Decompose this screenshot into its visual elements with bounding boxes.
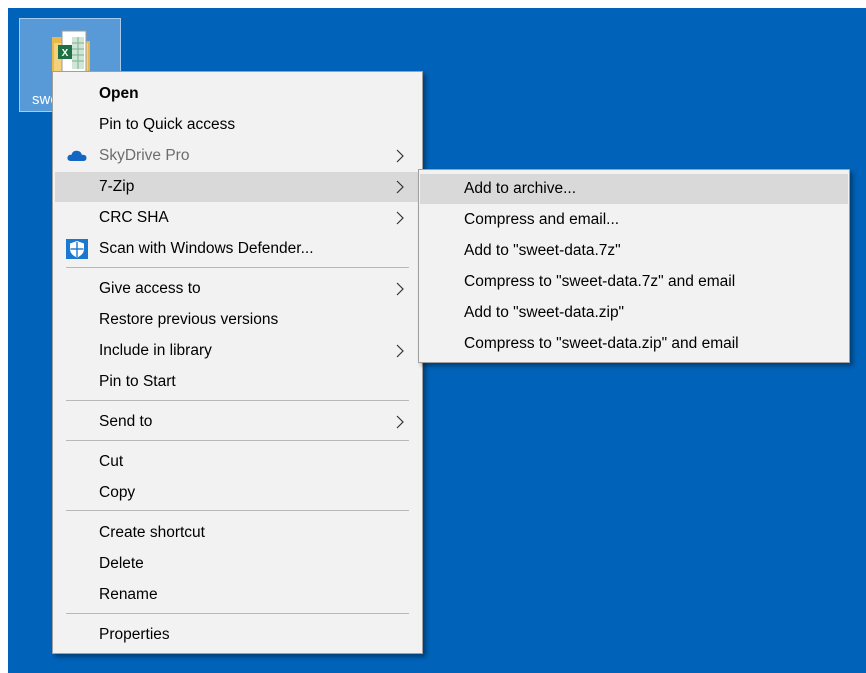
submenu-item-label: Compress to "sweet-data.zip" and email <box>464 335 739 352</box>
menu-item-label: Create shortcut <box>99 524 205 541</box>
menu-item-copy[interactable]: Copy <box>55 478 420 508</box>
context-menu: Open Pin to Quick access SkyDrive Pro 7-… <box>52 71 423 654</box>
submenu-item-add-to-7z[interactable]: Add to "sweet-data.7z" <box>420 236 848 266</box>
menu-item-label: SkyDrive Pro <box>99 147 190 164</box>
chevron-right-icon <box>396 344 404 358</box>
menu-item-give-access[interactable]: Give access to <box>55 274 420 304</box>
menu-item-label: Cut <box>99 453 124 470</box>
menu-item-label: Give access to <box>99 280 201 297</box>
menu-item-properties[interactable]: Properties <box>55 620 420 650</box>
menu-item-restore-versions[interactable]: Restore previous versions <box>55 305 420 335</box>
menu-item-delete[interactable]: Delete <box>55 549 420 579</box>
chevron-right-icon <box>396 282 404 296</box>
submenu-item-compress-email[interactable]: Compress and email... <box>420 205 848 235</box>
submenu-item-label: Add to "sweet-data.7z" <box>464 242 621 259</box>
menu-separator <box>66 267 409 268</box>
menu-item-7zip[interactable]: 7-Zip <box>55 172 420 202</box>
menu-item-label: Include in library <box>99 342 212 359</box>
menu-item-label: CRC SHA <box>99 209 169 226</box>
menu-separator <box>66 400 409 401</box>
menu-item-label: Pin to Start <box>99 373 176 390</box>
submenu-item-compress-7z-email[interactable]: Compress to "sweet-data.7z" and email <box>420 267 848 297</box>
menu-item-open[interactable]: Open <box>55 79 420 109</box>
menu-item-rename[interactable]: Rename <box>55 580 420 610</box>
submenu-item-compress-zip-email[interactable]: Compress to "sweet-data.zip" and email <box>420 329 848 359</box>
menu-item-label: Properties <box>99 626 170 643</box>
windows-defender-icon <box>66 239 88 259</box>
menu-item-pin-quick-access[interactable]: Pin to Quick access <box>55 110 420 140</box>
submenu-item-label: Add to archive... <box>464 180 577 197</box>
menu-item-crc-sha[interactable]: CRC SHA <box>55 203 420 233</box>
skydrive-cloud-icon <box>67 150 87 161</box>
menu-item-pin-start[interactable]: Pin to Start <box>55 367 420 397</box>
menu-separator <box>66 613 409 614</box>
submenu-7zip: Add to archive... Compress and email... … <box>418 169 850 363</box>
submenu-item-add-to-archive[interactable]: Add to archive... <box>420 174 848 204</box>
submenu-item-label: Add to "sweet-data.zip" <box>464 304 625 321</box>
menu-separator <box>66 510 409 511</box>
menu-item-label: Copy <box>99 484 136 501</box>
menu-item-label: Open <box>99 85 139 102</box>
menu-item-label: Pin to Quick access <box>99 116 236 133</box>
submenu-item-label: Compress and email... <box>464 211 620 228</box>
submenu-item-label: Compress to "sweet-data.7z" and email <box>464 273 736 290</box>
svg-text:X: X <box>62 48 69 59</box>
menu-item-label: Send to <box>99 413 153 430</box>
menu-item-send-to[interactable]: Send to <box>55 407 420 437</box>
chevron-right-icon <box>396 415 404 429</box>
menu-item-create-shortcut[interactable]: Create shortcut <box>55 518 420 548</box>
chevron-right-icon <box>396 211 404 225</box>
menu-separator <box>66 440 409 441</box>
menu-item-cut[interactable]: Cut <box>55 447 420 477</box>
menu-item-label: Restore previous versions <box>99 311 279 328</box>
submenu-item-add-to-zip[interactable]: Add to "sweet-data.zip" <box>420 298 848 328</box>
chevron-right-icon <box>396 149 404 163</box>
menu-item-label: Rename <box>99 586 158 603</box>
menu-item-label: Delete <box>99 555 144 572</box>
menu-item-include-library[interactable]: Include in library <box>55 336 420 366</box>
chevron-right-icon <box>396 180 404 194</box>
menu-item-skydrive-pro[interactable]: SkyDrive Pro <box>55 141 420 171</box>
menu-item-label: 7-Zip <box>99 178 135 195</box>
menu-item-scan-defender[interactable]: Scan with Windows Defender... <box>55 234 420 264</box>
menu-item-label: Scan with Windows Defender... <box>99 240 314 257</box>
